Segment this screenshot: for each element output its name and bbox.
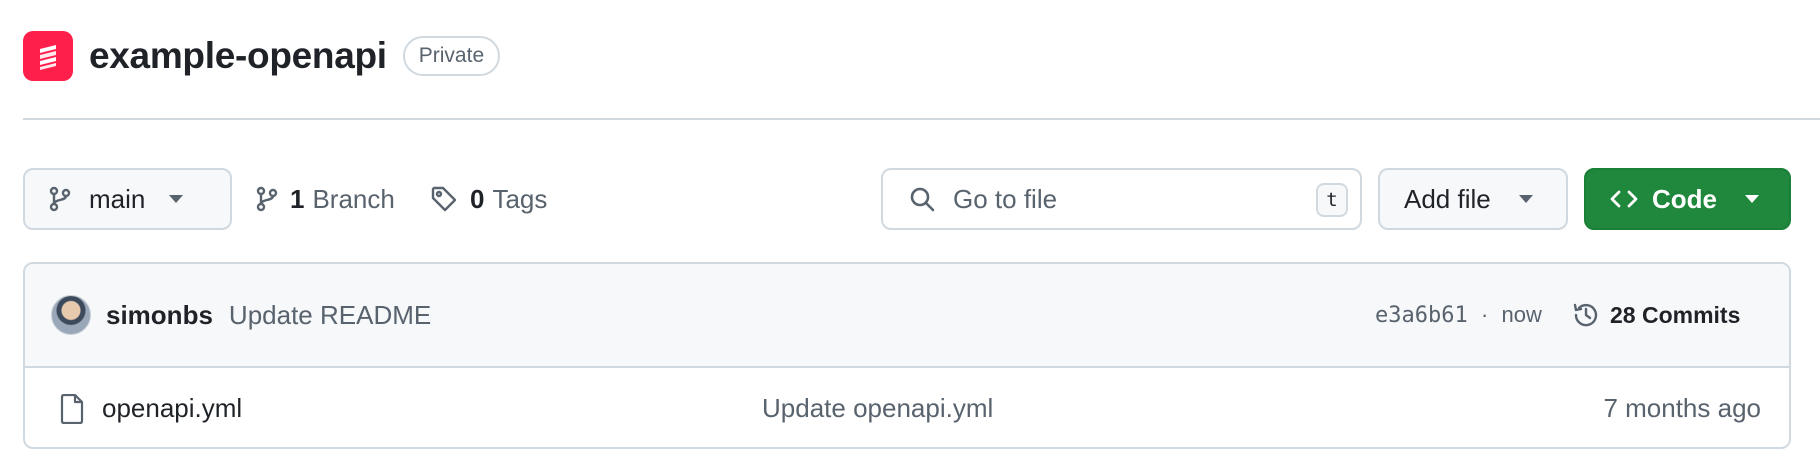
file-commit-date: 7 months ago — [1603, 393, 1761, 423]
header-divider — [23, 118, 1820, 120]
search-icon — [909, 186, 935, 212]
file-commit-message[interactable]: Update openapi.yml — [762, 393, 993, 424]
code-label: Code — [1652, 183, 1717, 214]
file-icon — [60, 393, 84, 424]
history-icon — [1572, 301, 1600, 329]
branch-selector-button[interactable]: main — [23, 168, 232, 230]
code-button[interactable]: Code — [1584, 168, 1791, 230]
add-file-button[interactable]: Add file — [1378, 168, 1568, 230]
chevron-down-icon — [169, 195, 184, 203]
visibility-badge: Private — [402, 36, 501, 76]
git-branch-icon — [256, 186, 278, 212]
chevron-down-icon — [1518, 195, 1533, 203]
repo-name[interactable]: example-openapi — [89, 35, 387, 77]
commit-meta: e3a6b61 · now — [1375, 302, 1542, 328]
commit-message[interactable]: Update README — [229, 300, 431, 331]
tag-icon — [430, 185, 458, 213]
search-placeholder: Go to file — [953, 183, 1058, 214]
commits-history-link[interactable]: 28 Commits — [1572, 301, 1740, 329]
commit-time: now — [1501, 302, 1542, 327]
commit-sha[interactable]: e3a6b61 — [1375, 303, 1468, 328]
commits-count: 28 Commits — [1610, 301, 1741, 328]
branch-name: main — [89, 183, 146, 214]
tags-count: 0 — [470, 183, 485, 214]
table-row[interactable]: openapi.yml Update openapi.yml 7 months … — [25, 368, 1789, 447]
add-file-label: Add file — [1404, 183, 1491, 214]
repo-logo-icon — [23, 31, 73, 81]
tags-label: Tags — [492, 183, 548, 214]
file-browser: simonbs Update README e3a6b61 · now 28 C… — [23, 262, 1791, 449]
chevron-down-icon — [1745, 195, 1759, 203]
avatar[interactable] — [51, 295, 91, 335]
commit-author[interactable]: simonbs — [106, 300, 213, 331]
git-branch-icon — [49, 186, 71, 212]
code-icon — [1610, 188, 1638, 210]
keyboard-shortcut-hint: t — [1316, 183, 1348, 217]
latest-commit-bar: simonbs Update README e3a6b61 · now 28 C… — [25, 264, 1789, 368]
commit-separator: · — [1480, 302, 1489, 327]
repo-header: example-openapi Private — [23, 28, 501, 84]
branches-count: 1 — [290, 183, 305, 214]
file-name-link[interactable]: openapi.yml — [102, 393, 242, 424]
branches-label: Branch — [312, 183, 395, 214]
branches-link[interactable]: 1 Branch — [256, 168, 395, 230]
tags-link[interactable]: 0 Tags — [430, 168, 547, 230]
go-to-file-input[interactable]: Go to file t — [881, 168, 1362, 230]
